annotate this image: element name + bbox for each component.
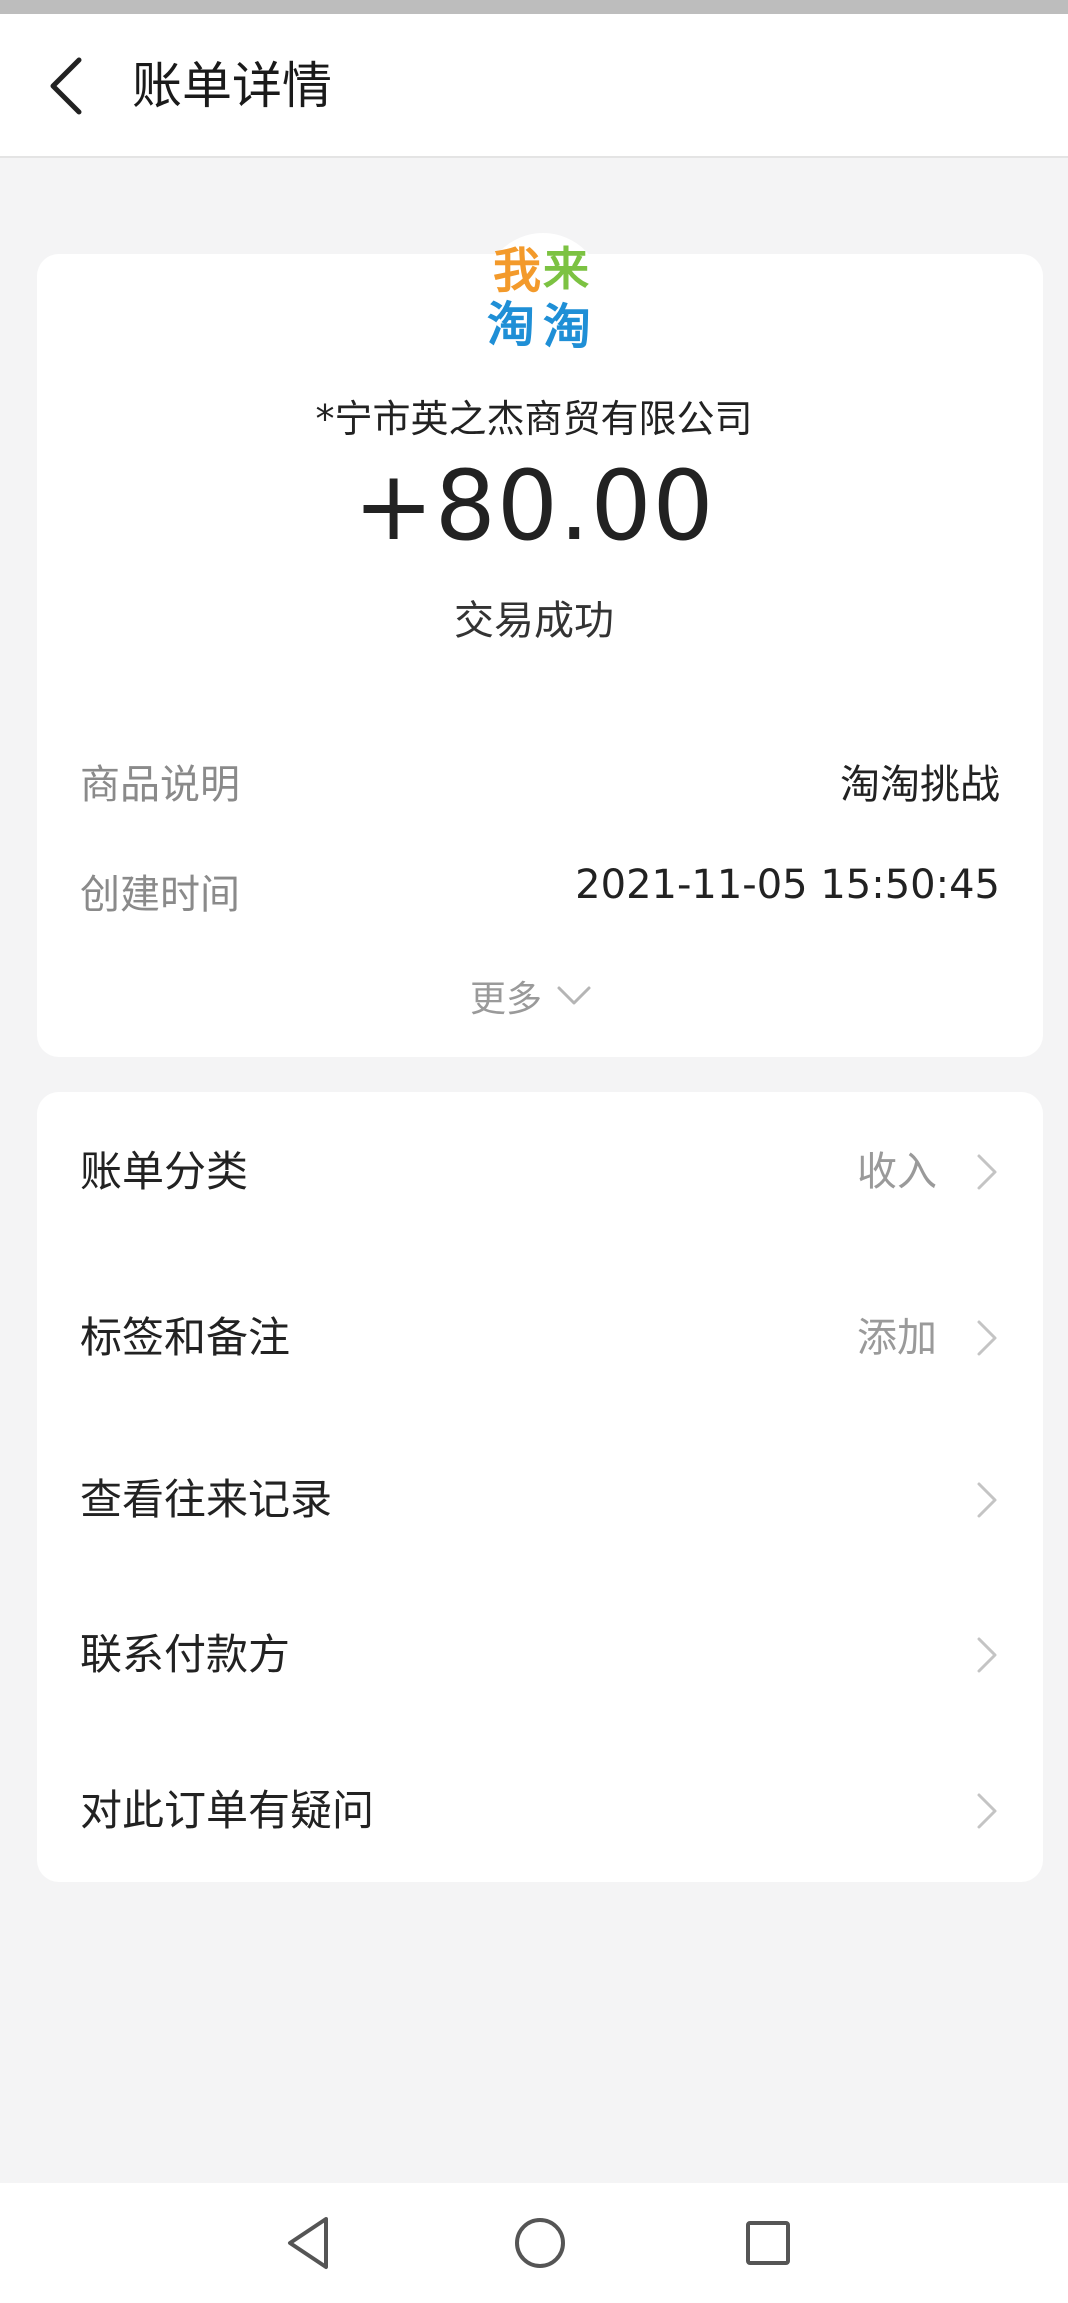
menu-label: 账单分类 xyxy=(80,1147,249,1196)
menu-item-tags-notes[interactable]: 标签和备注 添加 xyxy=(37,1283,1043,1393)
back-triangle-icon[interactable] xyxy=(276,2211,340,2275)
created-time-label: 创建时间 xyxy=(80,872,240,918)
svg-text:淘: 淘 xyxy=(487,297,535,353)
menu-item-contact-payer[interactable]: 联系付款方 xyxy=(37,1600,1043,1710)
more-label: 更多 xyxy=(470,979,543,1020)
bill-detail-screen: 账单详情 我 来 淘 淘 *宁市英之杰商贸有限公司 +80.00 交易成功 商品… xyxy=(0,0,1068,2303)
menu-item-bill-category[interactable]: 账单分类 收入 xyxy=(37,1117,1043,1227)
header-bar: 账单详情 xyxy=(0,14,1068,158)
recents-square-icon[interactable] xyxy=(736,2211,800,2275)
transaction-amount: +80.00 xyxy=(353,450,715,562)
transaction-status: 交易成功 xyxy=(454,598,614,644)
menu-label: 对此订单有疑问 xyxy=(80,1786,375,1835)
created-time-value: 2021-11-05 15:50:45 xyxy=(575,862,1000,908)
chevron-left-icon xyxy=(50,57,82,115)
more-toggle[interactable]: 更多 xyxy=(470,968,592,1024)
status-bar xyxy=(0,0,1068,14)
svg-text:我: 我 xyxy=(493,243,541,299)
product-description-label: 商品说明 xyxy=(80,762,240,808)
menu-label: 查看往来记录 xyxy=(80,1475,333,1524)
page-title: 账单详情 xyxy=(132,57,332,115)
menu-item-order-question[interactable]: 对此订单有疑问 xyxy=(37,1756,1043,1866)
merchant-name: *宁市英之杰商贸有限公司 xyxy=(315,397,753,441)
svg-text:淘: 淘 xyxy=(543,299,591,355)
home-circle-icon[interactable] xyxy=(508,2211,572,2275)
chevron-right-icon xyxy=(977,1482,997,1518)
chevron-right-icon xyxy=(977,1637,997,1673)
system-navigation-bar xyxy=(0,2183,1068,2303)
product-description-value: 淘淘挑战 xyxy=(840,762,1000,808)
merchant-logo: 我 来 淘 淘 xyxy=(483,233,603,355)
menu-value: 添加 xyxy=(857,1315,937,1361)
chevron-right-icon xyxy=(977,1320,997,1356)
svg-text:来: 来 xyxy=(543,242,589,296)
chevron-right-icon xyxy=(977,1154,997,1190)
menu-label: 标签和备注 xyxy=(80,1313,291,1362)
menu-label: 联系付款方 xyxy=(80,1630,291,1679)
chevron-down-icon xyxy=(557,986,591,1005)
back-button[interactable] xyxy=(36,50,96,122)
summary-card xyxy=(37,254,1043,1057)
menu-value: 收入 xyxy=(857,1149,937,1195)
chevron-right-icon xyxy=(977,1793,997,1829)
menu-item-transaction-history[interactable]: 查看往来记录 xyxy=(37,1445,1043,1555)
